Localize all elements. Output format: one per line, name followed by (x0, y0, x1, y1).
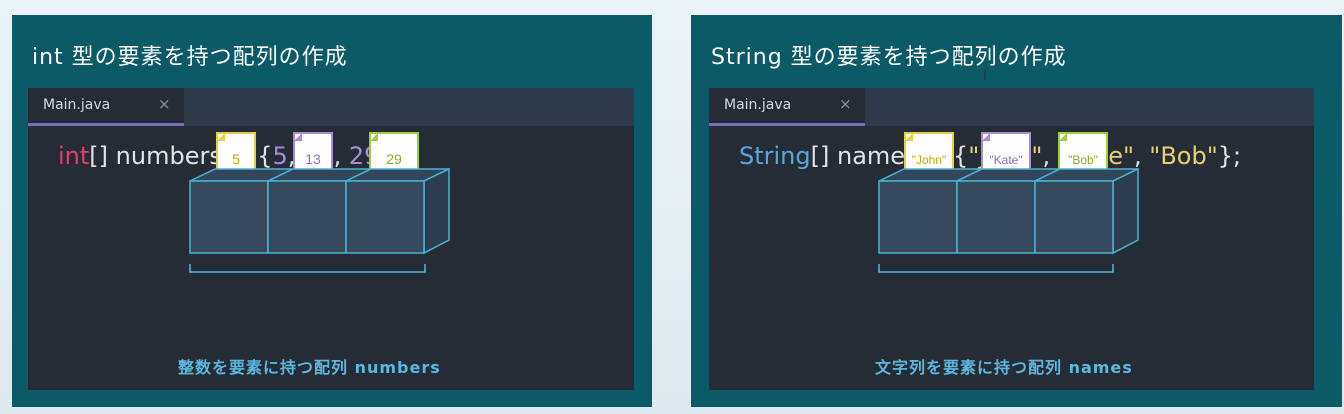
array-diagram: 5 13 29 (189, 132, 450, 273)
right-panel: String 型の要素を持つ配列の作成 Main.java × String[]… (691, 15, 1342, 407)
array-box (189, 167, 450, 255)
card-value: 5 (232, 151, 240, 167)
bracket (189, 264, 426, 273)
code-editor: Main.java × String[] names = {"John", "K… (709, 88, 1314, 390)
panel-title: int 型の要素を持つ配列の作成 (32, 45, 348, 70)
panel-title: String 型の要素を持つ配列の作成 (711, 45, 1067, 70)
card-value: "Bob" (1068, 153, 1098, 167)
array-caption: 整数を要素に持つ配列 numbers (178, 358, 441, 377)
left-panel: int 型の要素を持つ配列の作成 Main.java × int[] numbe… (12, 15, 652, 407)
card-value: "John" (912, 153, 947, 167)
array-caption: 文字列を要素に持つ配列 names (875, 358, 1133, 377)
array-diagram: "John" "Kate" "Bob" (878, 132, 1139, 273)
card-value: 29 (386, 151, 402, 167)
array-box (878, 167, 1139, 255)
code-editor: Main.java × int[] numbers = {5, 13, 29};… (28, 88, 634, 390)
card-value: 13 (305, 151, 321, 167)
text-cursor-icon: I (983, 68, 988, 84)
bracket (878, 264, 1114, 273)
card-value: "Kate" (989, 153, 1022, 167)
